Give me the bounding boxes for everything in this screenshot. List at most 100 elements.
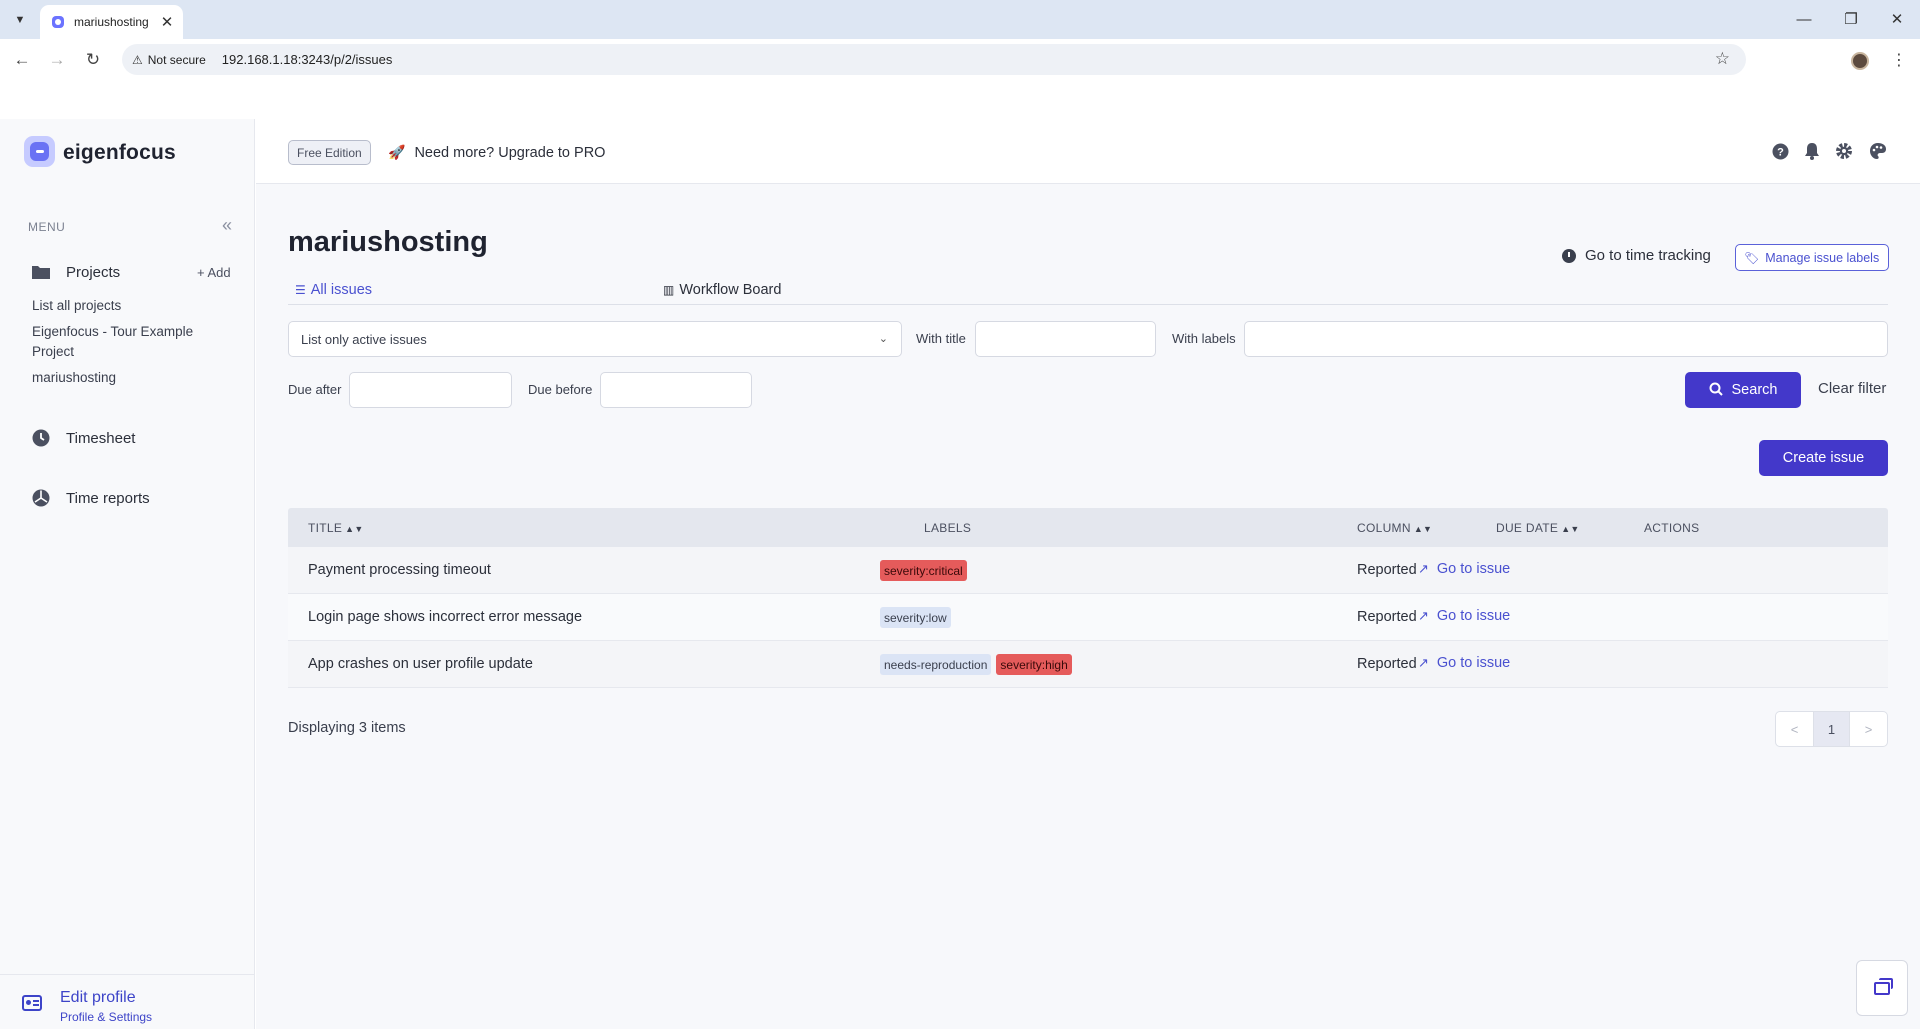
rocket-icon: 🚀: [388, 144, 406, 160]
sidebar-item-mariushosting[interactable]: mariushosting: [32, 368, 116, 388]
main-content: mariushosting Go to time tracking 🏷 Mana…: [256, 184, 1920, 1029]
go-to-issue-label: Go to issue: [1436, 655, 1511, 671]
external-link-icon: ↗: [1418, 608, 1429, 623]
browser-tab[interactable]: mariushosting ✕: [40, 5, 183, 39]
restore-icon[interactable]: ❐: [1836, 7, 1866, 31]
sidebar-item-time-reports[interactable]: Time reports: [31, 488, 150, 508]
brand-name[interactable]: eigenfocus: [63, 141, 176, 165]
go-to-issue-link[interactable]: ↗ Go to issue: [1418, 655, 1510, 671]
go-to-issue-link[interactable]: ↗ Go to issue: [1418, 561, 1510, 577]
table-header: TITLE ▲▼ LABELS COLUMN ▲▼ DUE DATE ▲▼ ACTIO…: [288, 508, 1888, 547]
sidebar-item-list-all-projects[interactable]: List all projects: [32, 296, 121, 316]
upgrade-link[interactable]: 🚀 Need more? Upgrade to PRO: [388, 140, 605, 165]
tab-title: mariushosting: [74, 15, 149, 29]
browser-profile-avatar[interactable]: [1851, 52, 1869, 70]
gear-icon[interactable]: [1834, 141, 1854, 161]
issue-labels: needs-reproduction severity:high: [880, 654, 1077, 675]
kanban-icon: ▥: [663, 283, 675, 297]
issue-label-badge: severity:critical: [880, 560, 967, 581]
table-row: App crashes on user profile update needs-…: [288, 641, 1888, 688]
with-labels-input[interactable]: [1244, 321, 1888, 357]
sidebar-item-tour-project[interactable]: Eigenfocus - Tour Example Project: [32, 322, 222, 362]
floating-copy-button[interactable]: [1856, 960, 1908, 1016]
sort-icon: ▲▼: [345, 524, 364, 534]
external-link-icon: ↗: [1418, 655, 1429, 670]
column-header-label: COLUMN: [1357, 521, 1411, 535]
manage-issue-labels-button[interactable]: 🏷 Manage issue labels: [1735, 244, 1890, 271]
palette-icon[interactable]: [1868, 141, 1888, 161]
projects-label: Projects: [66, 263, 121, 281]
app-topbar: Free Edition 🚀 Need more? Upgrade to PRO…: [256, 119, 1920, 184]
create-issue-button[interactable]: Create issue: [1759, 440, 1888, 476]
reload-icon[interactable]: ↻: [80, 47, 106, 73]
sort-icon: ▲▼: [1413, 524, 1433, 534]
time-reports-label: Time reports: [66, 489, 150, 507]
add-project-button[interactable]: + Add: [197, 265, 231, 280]
issue-title[interactable]: Payment processing timeout: [308, 562, 491, 578]
title-header[interactable]: TITLE ▲▼: [308, 521, 364, 535]
due-after-input[interactable]: [349, 372, 512, 408]
issues-table: TITLE ▲▼ LABELS COLUMN ▲▼ DUE DATE ▲▼ ACTIO…: [288, 508, 1888, 688]
manage-labels-label: Manage issue labels: [1765, 250, 1880, 265]
tags-icon: 🏷: [1744, 250, 1760, 265]
search-button[interactable]: Search: [1685, 372, 1801, 408]
browser-tabbar: ▼ mariushosting ✕ — ❐ ✕: [0, 0, 1920, 39]
page-title: mariushosting: [288, 226, 488, 258]
edit-profile-label: Edit profile: [60, 989, 136, 1006]
due-date-header-label: DUE DATE: [1496, 521, 1559, 535]
search-button-label: Search: [1731, 382, 1778, 398]
time-tracking-link[interactable]: Go to time tracking: [1562, 247, 1711, 264]
due-before-input[interactable]: [600, 372, 752, 408]
address-bar[interactable]: ⚠ Not secure 192.168.1.18:3243/p/2/issue…: [122, 44, 1746, 75]
with-title-input[interactable]: [975, 321, 1156, 357]
page-1-button[interactable]: 1: [1813, 712, 1850, 746]
issue-column: Reported: [1357, 562, 1417, 578]
next-page-button[interactable]: >: [1850, 712, 1887, 746]
issue-labels: severity:critical: [880, 560, 972, 581]
sidebar-item-timesheet[interactable]: Timesheet: [31, 428, 135, 448]
issue-title[interactable]: App crashes on user profile update: [308, 656, 533, 672]
edit-profile-link[interactable]: Edit profile Profile & Settings: [0, 974, 255, 1029]
labels-header: LABELS: [924, 521, 972, 535]
go-to-issue-link[interactable]: ↗ Go to issue: [1418, 608, 1510, 624]
tab-all-issues[interactable]: ☰ All issues: [295, 282, 372, 298]
question-circle-icon[interactable]: ?: [1770, 141, 1790, 161]
browser-menu-icon[interactable]: ⋮: [1891, 50, 1907, 70]
not-secure-label[interactable]: Not secure: [148, 53, 206, 67]
tab-workflow-board-label: Workflow Board: [679, 282, 782, 298]
tab-favicon-icon: [52, 16, 64, 28]
issue-labels: severity:low: [880, 607, 956, 628]
sort-icon: ▲▼: [1561, 524, 1580, 534]
list-icon: ☰: [295, 283, 306, 297]
issue-title[interactable]: Login page shows incorrect error message: [308, 609, 582, 625]
tab-close-icon[interactable]: ✕: [159, 13, 175, 31]
tab-workflow-board[interactable]: ▥ Workflow Board: [663, 282, 781, 298]
id-card-icon: [22, 995, 42, 1011]
column-header[interactable]: COLUMN ▲▼: [1357, 521, 1432, 535]
edition-badge: Free Edition: [288, 140, 371, 165]
browser-toolbar: ← → ↻ ⚠ Not secure 192.168.1.18:3243/p/2…: [0, 39, 1920, 79]
collapse-sidebar-icon[interactable]: «: [222, 215, 232, 236]
bell-icon[interactable]: [1802, 141, 1822, 161]
search-icon: [1709, 382, 1723, 399]
due-before-label: Due before: [528, 382, 593, 397]
issue-status-select[interactable]: List only active issues ⌄: [288, 321, 902, 357]
profile-settings-label: Profile & Settings: [60, 1010, 153, 1024]
add-label: Add: [207, 265, 231, 280]
clock-icon: [31, 428, 51, 448]
pagination: < 1 >: [1775, 711, 1888, 747]
prev-page-button[interactable]: <: [1776, 712, 1813, 746]
due-date-header[interactable]: DUE DATE ▲▼: [1496, 521, 1580, 535]
forward-icon[interactable]: →: [44, 47, 70, 73]
eigenfocus-logo-icon[interactable]: [24, 136, 55, 167]
window-close-icon[interactable]: ✕: [1882, 7, 1912, 31]
issue-label-badge: needs-reproduction: [880, 654, 992, 675]
back-icon[interactable]: ←: [9, 47, 35, 73]
bookmark-star-icon[interactable]: ☆: [1715, 49, 1730, 69]
sidebar-item-projects[interactable]: Projects: [31, 262, 120, 282]
minimize-icon[interactable]: —: [1789, 7, 1819, 31]
url-text[interactable]: 192.168.1.18:3243/p/2/issues: [222, 52, 393, 67]
tab-search-chevron-icon[interactable]: ▼: [8, 8, 32, 32]
clear-filter-button[interactable]: Clear filter: [1818, 380, 1886, 397]
plus-icon: +: [197, 265, 208, 280]
